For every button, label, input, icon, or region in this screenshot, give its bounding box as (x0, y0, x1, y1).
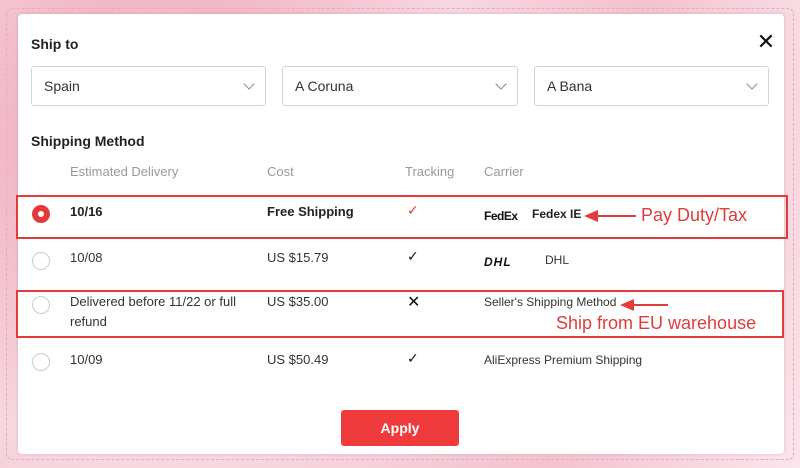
chevron-down-icon (746, 78, 758, 90)
annotation-pay-duty: Pay Duty/Tax (641, 205, 748, 225)
close-icon[interactable]: ✕ (756, 31, 776, 53)
column-header-cost: Cost (267, 164, 294, 179)
column-header-tracking: Tracking (405, 164, 455, 179)
ship-to-title: Ship to (31, 36, 79, 52)
cost: US $50.49 (267, 352, 329, 367)
check-icon: ✓ (407, 350, 419, 366)
delivery-date: 10/08 (70, 250, 103, 265)
shipping-option-row[interactable]: 10/08 US $15.79 ✓ DHL DHL (18, 246, 784, 286)
carrier-name: DHL (545, 253, 570, 267)
country-value: Spain (44, 78, 80, 94)
shipping-method-title: Shipping Method (31, 133, 145, 149)
carrier-name: AliExpress Premium Shipping (484, 353, 643, 367)
annotation-arrow (632, 304, 668, 306)
chevron-down-icon (495, 78, 507, 90)
dhl-logo: DHL (484, 255, 512, 269)
city-value: A Bana (547, 78, 593, 94)
city-select[interactable]: A Bana (534, 66, 769, 106)
annotation-arrow (596, 215, 636, 217)
check-icon: ✓ (407, 248, 419, 264)
chevron-down-icon (243, 78, 255, 90)
annotation-arrowhead (584, 210, 598, 222)
province-value: A Coruna (295, 78, 354, 94)
column-header-delivery: Estimated Delivery (70, 164, 179, 179)
province-select[interactable]: A Coruna (282, 66, 518, 106)
annotation-arrowhead (620, 299, 634, 311)
radio-button[interactable] (32, 353, 50, 371)
column-header-carrier: Carrier (484, 164, 524, 179)
shipping-option-row[interactable]: 10/09 US $50.49 ✓ AliExpress Premium Shi… (18, 350, 784, 390)
apply-button[interactable]: Apply (341, 410, 459, 446)
country-select[interactable]: Spain (31, 66, 266, 106)
cost: US $15.79 (267, 250, 329, 265)
delivery-date: 10/09 (70, 352, 103, 367)
radio-button[interactable] (32, 252, 50, 270)
annotation-eu-warehouse: Ship from EU warehouse (556, 313, 757, 333)
